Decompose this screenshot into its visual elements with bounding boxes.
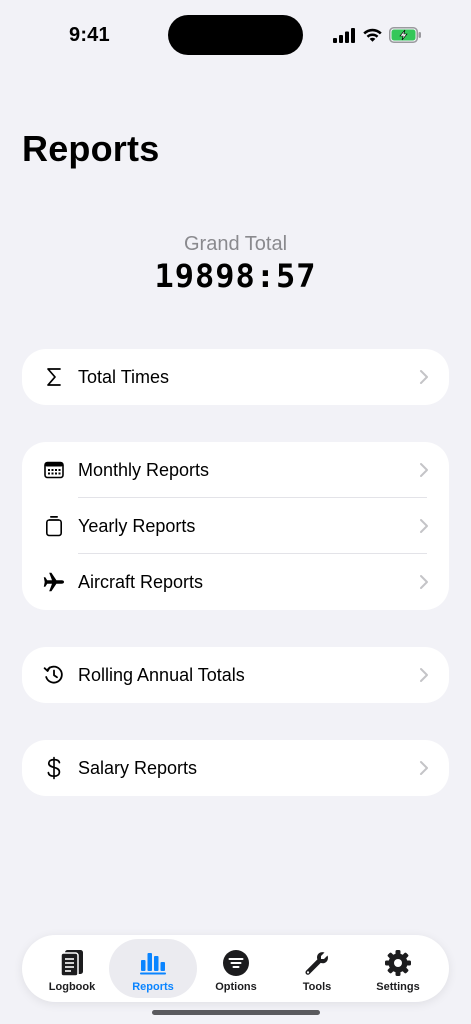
dollar-sign-icon xyxy=(42,756,66,780)
wrench-icon xyxy=(302,948,332,978)
airplane-icon xyxy=(42,570,66,594)
tab-label: Reports xyxy=(132,981,174,993)
row-monthly-reports[interactable]: Monthly Reports xyxy=(22,442,449,498)
tab-logbook[interactable]: Logbook xyxy=(28,939,116,998)
sigma-icon xyxy=(42,365,66,389)
bar-chart-icon xyxy=(138,948,168,978)
chevron-right-icon xyxy=(420,668,428,682)
row-label: Total Times xyxy=(78,366,170,387)
row-salary-reports[interactable]: Salary Reports xyxy=(22,740,449,796)
tab-label: Settings xyxy=(376,981,420,993)
home-indicator xyxy=(152,1010,320,1015)
chevron-right-icon xyxy=(420,519,428,533)
tab-reports[interactable]: Reports xyxy=(109,939,197,998)
grand-total-label: Grand Total xyxy=(183,233,288,255)
chevron-right-icon xyxy=(420,761,428,775)
chevron-right-icon xyxy=(420,463,428,477)
chevron-right-icon xyxy=(420,575,428,589)
tab-settings[interactable]: Settings xyxy=(354,939,442,998)
row-label: Yearly Reports xyxy=(78,515,196,536)
grand-total-value: 19898:57 xyxy=(154,257,317,295)
row-total-times[interactable]: Total Times xyxy=(22,349,449,405)
tab-label: Tools xyxy=(302,981,332,993)
tab-label: Logbook xyxy=(48,981,96,993)
group-salary: Salary Reports xyxy=(22,740,449,796)
row-rolling-annual-totals[interactable]: Rolling Annual Totals xyxy=(22,647,449,703)
row-label: Salary Reports xyxy=(78,757,198,778)
row-label: Monthly Reports xyxy=(78,459,210,480)
group-totals: Total Times xyxy=(22,349,449,405)
tab-bar: Logbook Reports Options Tools Settings xyxy=(22,935,449,1002)
status-icons xyxy=(333,26,422,44)
wifi-icon xyxy=(362,28,383,43)
group-period-reports: Monthly Reports Yearly Reports Aircraft … xyxy=(22,442,449,610)
dynamic-island xyxy=(168,15,303,55)
options-filter-icon xyxy=(221,948,251,978)
logbook-icon xyxy=(57,948,87,978)
row-label: Aircraft Reports xyxy=(78,571,204,592)
cellular-signal-icon xyxy=(333,27,356,43)
page-title: Reports xyxy=(22,128,160,169)
battery-charging-icon xyxy=(389,27,422,43)
tab-options[interactable]: Options xyxy=(192,939,280,998)
cylinder-icon xyxy=(42,514,66,538)
tab-label: Options xyxy=(215,981,257,993)
gear-icon xyxy=(383,948,413,978)
tab-tools[interactable]: Tools xyxy=(273,939,361,998)
row-aircraft-reports[interactable]: Aircraft Reports xyxy=(22,554,449,610)
group-rolling: Rolling Annual Totals xyxy=(22,647,449,703)
status-time: 9:41 xyxy=(69,24,110,46)
row-yearly-reports[interactable]: Yearly Reports xyxy=(22,498,449,554)
status-bar: 9:41 xyxy=(0,0,471,70)
calendar-icon xyxy=(42,458,66,482)
chevron-right-icon xyxy=(420,370,428,384)
history-clock-icon xyxy=(42,663,66,687)
row-label: Rolling Annual Totals xyxy=(78,664,245,685)
